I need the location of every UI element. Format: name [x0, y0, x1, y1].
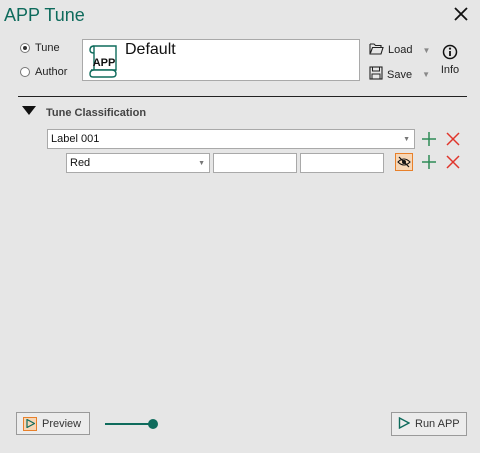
section-header[interactable]: Tune Classification: [22, 106, 146, 119]
plus-icon: [422, 155, 436, 169]
divider: [18, 96, 467, 97]
run-app-button[interactable]: Run APP: [391, 412, 467, 436]
radio-tune-indicator[interactable]: [20, 43, 30, 53]
label-select[interactable]: Label 001 ▼: [47, 129, 415, 149]
radio-author-indicator[interactable]: [20, 67, 30, 77]
info-button[interactable]: Info: [436, 44, 464, 76]
play-icon: [398, 416, 411, 432]
radio-tune-label: Tune: [35, 42, 60, 54]
load-button[interactable]: Load ▼: [369, 42, 430, 58]
condition-field-1[interactable]: [213, 153, 297, 173]
add-label-button[interactable]: [420, 130, 438, 148]
save-disk-icon: [369, 66, 383, 83]
delete-condition-button[interactable]: [444, 153, 462, 171]
run-app-label: Run APP: [415, 418, 460, 430]
window-title: APP Tune: [4, 5, 85, 25]
preview-button[interactable]: Preview: [16, 412, 90, 435]
visibility-icon: [397, 156, 411, 168]
radio-tune[interactable]: Tune: [20, 42, 60, 54]
plus-icon: [422, 132, 436, 146]
tune-card[interactable]: APP Default: [82, 39, 360, 81]
condition-select-value: Red: [70, 157, 91, 169]
scroll-icon: APP: [88, 44, 120, 81]
preview-label: Preview: [42, 417, 82, 430]
load-dropdown-icon[interactable]: ▼: [422, 46, 430, 55]
delete-label-button[interactable]: [444, 130, 462, 148]
delete-x-icon: [446, 132, 460, 146]
slider-track[interactable]: [105, 423, 153, 425]
load-label: Load: [388, 44, 413, 56]
triangle-down-icon[interactable]: [22, 106, 36, 119]
radio-author-label: Author: [35, 66, 68, 78]
folder-open-icon: [369, 42, 384, 58]
label-select-value: Label 001: [51, 133, 100, 145]
chevron-down-icon: ▼: [198, 159, 205, 167]
play-icon: [23, 416, 37, 431]
chevron-down-icon: ▼: [403, 135, 410, 143]
slider-thumb[interactable]: [148, 419, 158, 429]
close-icon[interactable]: [450, 3, 472, 25]
delete-x-icon: [446, 155, 460, 169]
save-button[interactable]: Save ▼: [369, 66, 430, 83]
section-title: Tune Classification: [46, 106, 147, 119]
save-label: Save: [387, 68, 413, 81]
radio-author[interactable]: Author: [20, 66, 67, 78]
condition-field-2[interactable]: [300, 153, 384, 173]
add-condition-button[interactable]: [420, 153, 438, 171]
tune-name: Default: [125, 41, 176, 58]
visibility-toggle[interactable]: [395, 153, 413, 171]
save-dropdown-icon[interactable]: ▼: [422, 70, 430, 79]
condition-select[interactable]: Red ▼: [66, 153, 210, 173]
info-icon: [442, 44, 458, 63]
info-label: Info: [440, 64, 460, 76]
card-icon-text: APP: [93, 57, 116, 69]
